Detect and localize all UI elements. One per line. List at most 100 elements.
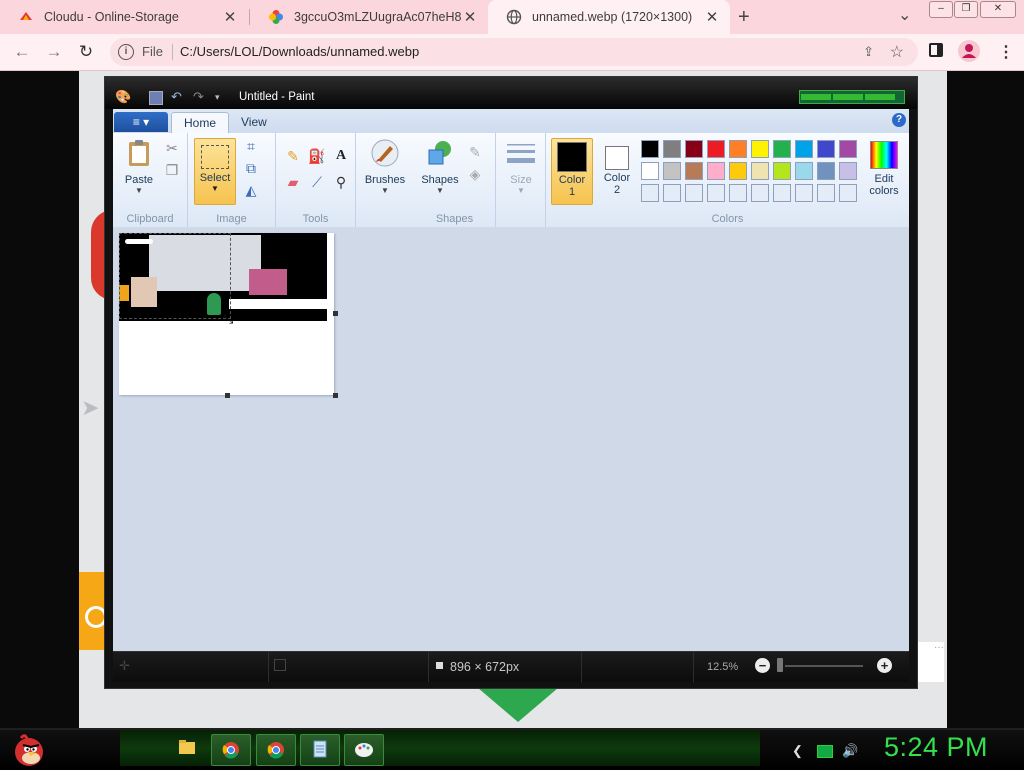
close-tab-icon[interactable]: ✕ [222,8,238,26]
brushes-button[interactable]: Brushes ▼ [360,138,410,195]
outline-icon[interactable]: ✎ [466,143,484,161]
tab-view[interactable]: View [229,112,279,133]
palette-swatch[interactable] [795,162,813,180]
restore-button[interactable]: ❐ [954,1,978,18]
magnifier-icon[interactable]: ⚲ [332,173,350,191]
angry-bird-start-icon[interactable] [9,730,47,768]
zoom-slider-track[interactable] [785,665,863,667]
color2-button[interactable]: Color 2 [596,138,638,203]
pencil-icon[interactable]: ✎ [284,147,302,165]
resize-handle[interactable] [225,393,230,398]
chrome-taskbar-button[interactable] [211,734,251,766]
file-menu-button[interactable]: ≡ ▾ [114,112,168,132]
palette-swatch[interactable] [641,184,659,202]
palette-swatch[interactable] [641,162,659,180]
cut-icon[interactable]: ✂ [163,139,181,157]
help-icon[interactable]: ? [892,113,906,127]
network-icon[interactable] [817,745,833,758]
forward-button[interactable]: → [44,42,64,62]
paint-app-icon[interactable]: 🎨 [115,89,131,105]
palette-swatch[interactable] [685,162,703,180]
undo-icon[interactable]: ↶ [171,89,182,105]
palette-swatch[interactable] [663,184,681,202]
resize-icon[interactable]: ⧉ [242,159,260,177]
site-info-icon[interactable]: i [118,44,134,60]
share-icon[interactable]: ⇪ [863,44,874,60]
palette-swatch[interactable] [751,140,769,158]
minimize-button[interactable]: – [929,1,953,18]
back-button[interactable]: ← [12,42,32,62]
paint-window[interactable]: 🎨 ↶ ↷ ▾ Untitled - Paint ≡ ▾ Home View ?… [105,77,917,688]
size-button[interactable]: Size ▼ [502,138,540,195]
save-icon[interactable] [149,91,163,105]
palette-swatch[interactable] [839,184,857,202]
palette-swatch[interactable] [663,162,681,180]
resize-handle[interactable] [333,311,338,316]
palette-swatch[interactable] [817,140,835,158]
palette-swatch[interactable] [685,140,703,158]
eraser-icon[interactable]: ▰ [284,173,302,191]
new-tab-button[interactable]: + [738,6,750,29]
palette-swatch[interactable] [795,140,813,158]
close-tab-icon[interactable]: ✕ [462,8,478,26]
palette-swatch[interactable] [773,162,791,180]
url-text[interactable]: C:/Users/LOL/Downloads/unnamed.webp [180,44,419,59]
edit-colors-button[interactable]: Edit colors [862,138,906,203]
notepad-taskbar-button[interactable] [300,734,340,766]
palette-swatch[interactable] [795,184,813,202]
fill-shape-icon[interactable]: ◈ [466,165,484,183]
resize-handle[interactable] [333,393,338,398]
address-bar[interactable]: i File C:/Users/LOL/Downloads/unnamed.we… [110,38,918,66]
tab-photos[interactable]: 3gccuO3mLZUugraAc07heH8Pl6 ✕ [250,0,488,34]
more-icon[interactable]: ⋮ [998,42,1014,62]
paint-title-bar[interactable]: 🎨 ↶ ↷ ▾ Untitled - Paint [105,77,917,109]
palette-swatch[interactable] [773,184,791,202]
selection-rectangle[interactable] [119,233,231,319]
palette-swatch[interactable] [839,140,857,158]
crop-icon[interactable]: ⌗ [242,137,260,155]
tab-cloudu[interactable]: Cloudu - Online-Storage ✕ [0,0,248,34]
close-tab-icon[interactable]: ✕ [704,8,720,26]
sidebar-icon[interactable] [929,43,943,57]
palette-swatch[interactable] [751,184,769,202]
palette-swatch[interactable] [817,184,835,202]
close-window-button[interactable]: ✕ [980,1,1016,18]
shapes-button[interactable]: Shapes ▼ [416,138,464,195]
show-hidden-icons[interactable]: ❮ [792,743,803,759]
palette-swatch[interactable] [707,140,725,158]
paste-button[interactable]: Paste ▼ [119,138,159,195]
fill-icon[interactable]: ⛽ [308,147,326,165]
file-explorer-button[interactable] [168,734,206,764]
select-button[interactable]: Select ▼ [194,138,236,205]
caption-buttons[interactable] [799,90,905,104]
palette-swatch[interactable] [839,162,857,180]
color-picker-icon[interactable]: ⟋ [308,173,326,191]
drawing-canvas[interactable]: ⤡ [119,233,338,398]
palette-swatch[interactable] [707,184,725,202]
volume-icon[interactable]: 🔊 [842,743,858,759]
palette-swatch[interactable] [751,162,769,180]
palette-swatch[interactable] [773,140,791,158]
rotate-icon[interactable]: ◭ [242,181,260,199]
palette-swatch[interactable] [663,140,681,158]
tab-search-button[interactable]: ⌄ [898,5,911,25]
palette-swatch[interactable] [707,162,725,180]
paint-taskbar-button[interactable] [344,734,384,766]
customize-quick-access-icon[interactable]: ▾ [215,92,220,108]
zoom-out-button[interactable]: − [755,658,770,673]
palette-swatch[interactable] [641,140,659,158]
redo-icon[interactable]: ↷ [193,89,204,105]
chrome-taskbar-button[interactable] [256,734,296,766]
palette-swatch[interactable] [729,140,747,158]
profile-icon[interactable] [958,40,980,62]
taskbar-clock[interactable]: 5:24 PM [884,732,988,763]
tab-home[interactable]: Home [171,112,230,134]
color1-button[interactable]: Color 1 [551,138,593,205]
copy-icon[interactable]: ❐ [163,161,181,179]
palette-swatch[interactable] [685,184,703,202]
canvas-area[interactable]: ⤡ [113,227,909,651]
reload-button[interactable]: ↻ [76,42,96,62]
text-icon[interactable]: A [332,147,350,165]
tab-unnamed-webp[interactable]: unnamed.webp (1720×1300) ✕ [488,0,730,34]
star-icon[interactable]: ☆ [890,42,904,62]
